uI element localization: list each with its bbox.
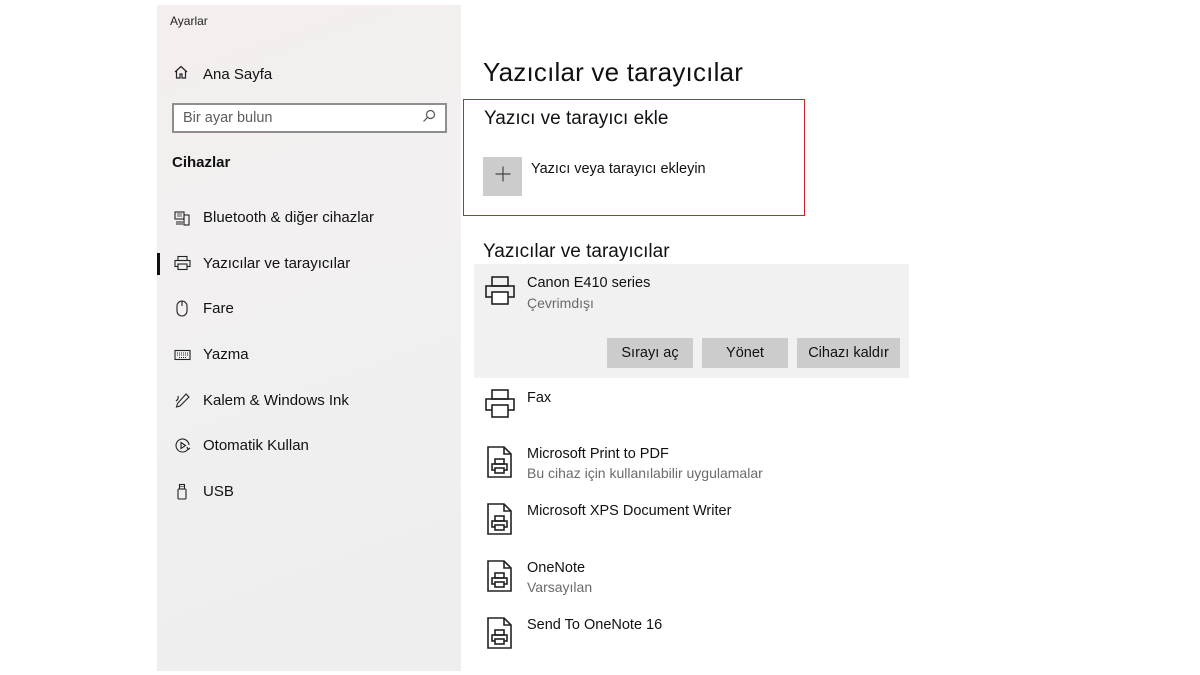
sidebar-item-autoplay[interactable]: Otomatik Kullan <box>157 423 461 469</box>
device-item-send-to-onenote[interactable]: Send To OneNote 16 <box>474 608 909 663</box>
document-printer-icon <box>484 502 516 535</box>
printer-icon <box>484 275 516 307</box>
sidebar-item-printers[interactable]: Yazıcılar ve tarayıcılar <box>157 241 461 287</box>
sidebar: Ayarlar Ana Sayfa Cihazlar <box>157 5 461 671</box>
main-content: Yazıcılar ve tarayıcılar Yazıcı ve taray… <box>461 0 1200 675</box>
plus-icon <box>494 165 512 188</box>
device-name: Fax <box>527 390 552 406</box>
device-item-canon[interactable]: Canon E410 series Çevrimdışı Sırayı aç Y… <box>474 264 909 378</box>
keyboard-icon <box>173 346 191 364</box>
sidebar-item-label: Otomatik Kullan <box>203 437 309 455</box>
device-name: OneNote <box>527 560 586 576</box>
sidebar-item-label: Yazıcılar ve tarayıcılar <box>203 254 351 272</box>
sidebar-item-label: Yazma <box>203 346 249 364</box>
printer-icon <box>484 388 516 420</box>
device-item-xps-writer[interactable]: Microsoft XPS Document Writer <box>474 494 909 549</box>
pen-icon <box>173 391 191 409</box>
remove-device-button[interactable]: Cihazı kaldır <box>797 338 900 368</box>
home-label: Ana Sayfa <box>203 65 273 83</box>
device-name: Canon E410 series <box>527 275 651 291</box>
device-item-onenote[interactable]: OneNote Varsayılan <box>474 551 909 606</box>
sidebar-item-label: USB <box>203 482 234 500</box>
sidebar-item-label: Kalem & Windows Ink <box>203 391 349 409</box>
add-printer-button[interactable] <box>483 157 522 196</box>
add-printer-section: Yazıcı ve tarayıcı ekle Yazıcı veya tara… <box>463 99 805 216</box>
sidebar-item-bluetooth[interactable]: Bluetooth & diğer cihazlar <box>157 195 461 241</box>
mouse-icon <box>173 300 191 318</box>
printer-icon <box>173 254 191 272</box>
document-printer-icon <box>484 445 516 478</box>
settings-window: Ayarlar Ana Sayfa Cihazlar <box>0 0 1200 675</box>
manage-button[interactable]: Yönet <box>702 338 788 368</box>
device-status: Çevrimdışı <box>527 295 594 311</box>
device-actions: Sırayı aç Yönet Cihazı kaldır <box>607 338 900 368</box>
document-printer-icon <box>484 616 516 649</box>
sidebar-item-mouse[interactable]: Fare <box>157 286 461 332</box>
device-status: Bu cihaz için kullanılabilir uygulamalar <box>527 465 763 481</box>
document-printer-icon <box>484 559 516 592</box>
sidebar-item-typing[interactable]: Yazma <box>157 332 461 378</box>
sidebar-item-usb[interactable]: USB <box>157 469 461 515</box>
app-title: Ayarlar <box>170 14 208 28</box>
section-heading: Cihazlar <box>172 154 231 171</box>
autoplay-icon <box>173 437 191 455</box>
device-item-print-to-pdf[interactable]: Microsoft Print to PDF Bu cihaz için kul… <box>474 437 909 492</box>
open-queue-button[interactable]: Sırayı aç <box>607 338 693 368</box>
search-input[interactable] <box>183 110 422 126</box>
add-section-title: Yazıcı ve tarayıcı ekle <box>484 108 669 129</box>
usb-icon <box>173 482 191 500</box>
sidebar-item-pen[interactable]: Kalem & Windows Ink <box>157 377 461 423</box>
search-icon[interactable] <box>422 109 436 128</box>
search-box[interactable] <box>172 103 447 133</box>
device-item-fax[interactable]: Fax <box>474 380 909 432</box>
bluetooth-devices-icon <box>173 209 191 227</box>
sidebar-item-label: Fare <box>203 300 234 318</box>
sidebar-item-label: Bluetooth & diğer cihazlar <box>203 209 374 227</box>
home-link[interactable]: Ana Sayfa <box>173 64 272 84</box>
page-title: Yazıcılar ve tarayıcılar <box>483 57 744 87</box>
device-name: Microsoft Print to PDF <box>527 446 669 462</box>
add-printer-link[interactable]: Yazıcı veya tarayıcı ekleyin <box>531 161 706 177</box>
device-name: Send To OneNote 16 <box>527 617 663 633</box>
home-icon <box>173 64 189 84</box>
device-name: Microsoft XPS Document Writer <box>527 503 732 519</box>
sidebar-nav: Bluetooth & diğer cihazlar Yazıcılar ve … <box>157 195 461 514</box>
devices-list-title: Yazıcılar ve tarayıcılar <box>483 241 670 262</box>
device-status: Varsayılan <box>527 579 593 595</box>
